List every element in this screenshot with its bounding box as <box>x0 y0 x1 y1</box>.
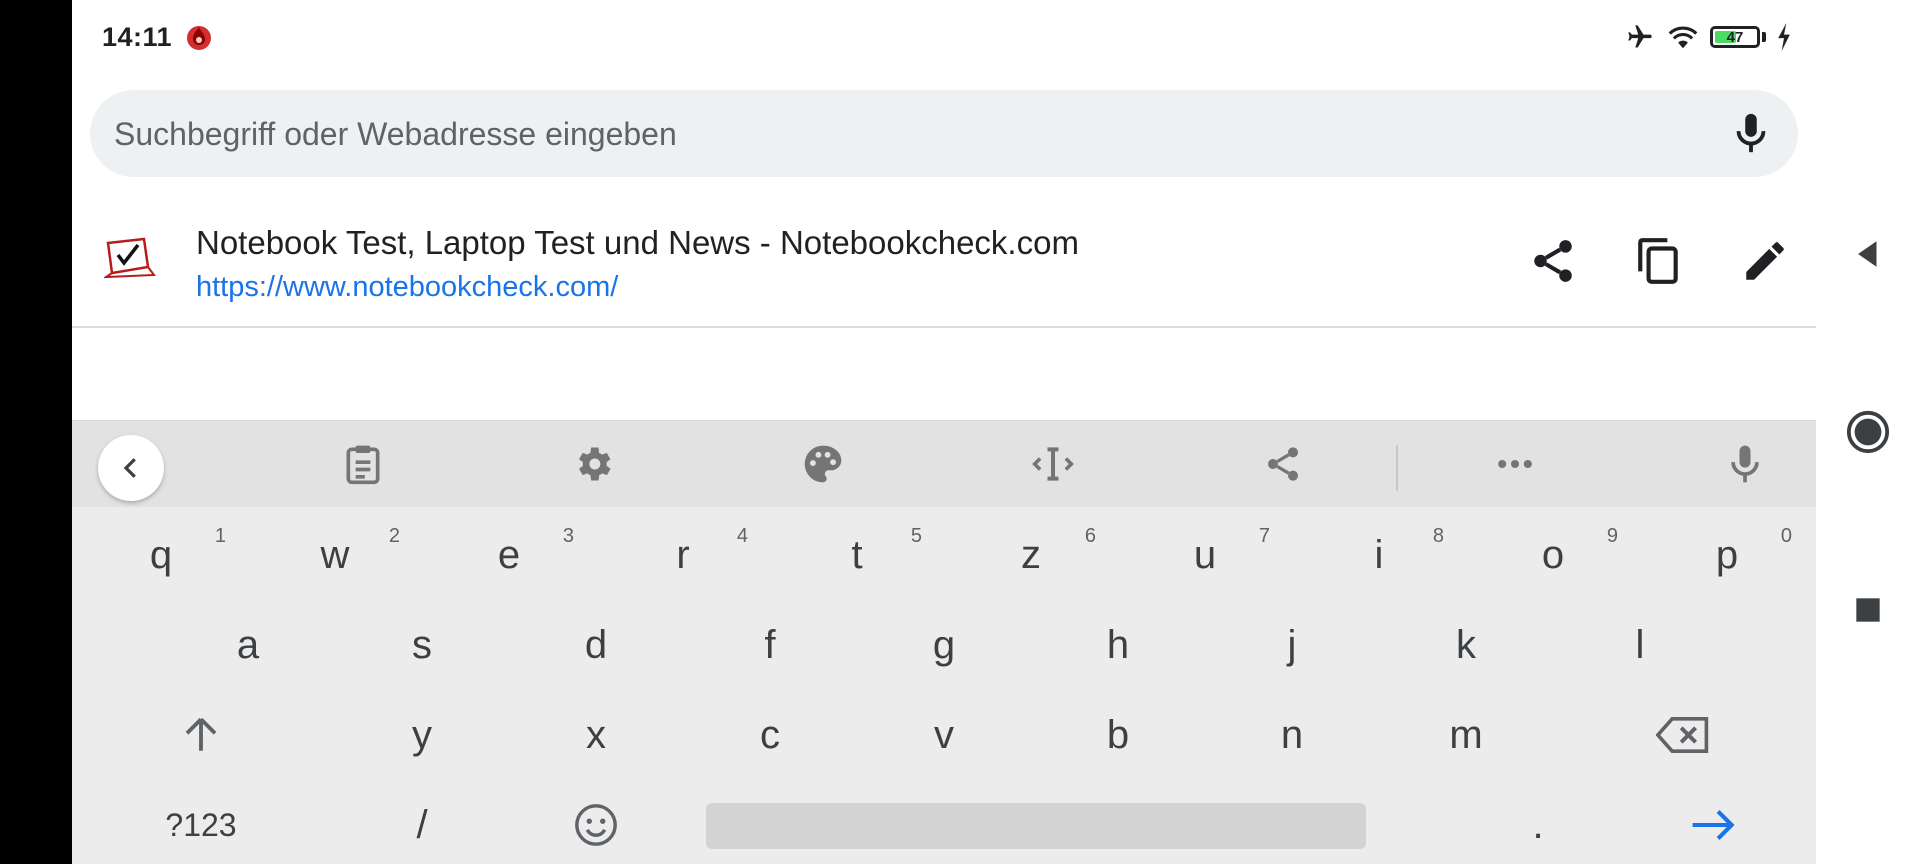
text-cursor-icon[interactable] <box>1028 439 1078 489</box>
status-bar: 14:11 47 <box>72 0 1816 72</box>
key-x[interactable]: x <box>521 695 671 775</box>
keyboard: q1 w2 e3 r4 t5 z6 u7 i8 o9 p0 a s d f g … <box>72 420 1816 864</box>
charging-bolt-icon <box>1778 23 1790 51</box>
key-s[interactable]: s <box>347 605 497 685</box>
enter-arrow-icon <box>1692 809 1735 841</box>
search-input[interactable] <box>112 90 1676 179</box>
status-icons: 47 <box>1624 20 1792 54</box>
key-q[interactable]: q1 <box>86 515 236 595</box>
key-t[interactable]: t5 <box>782 515 932 595</box>
settings-gear-icon[interactable] <box>568 439 618 489</box>
key-u[interactable]: u7 <box>1130 515 1280 595</box>
share-icon[interactable] <box>1528 236 1578 286</box>
key-g[interactable]: g <box>869 605 1019 685</box>
theme-palette-icon[interactable] <box>798 439 848 489</box>
key-r[interactable]: r4 <box>608 515 758 595</box>
key-b[interactable]: b <box>1043 695 1193 775</box>
period-key[interactable]: . <box>1463 785 1613 864</box>
suggestion-url: https://www.notebookcheck.com/ <box>196 271 619 303</box>
clipboard-icon[interactable] <box>338 439 388 489</box>
backspace-icon <box>1656 717 1709 753</box>
key-h[interactable]: h <box>1043 605 1193 685</box>
emoji-key[interactable] <box>521 785 671 864</box>
key-m[interactable]: m <box>1391 695 1541 775</box>
shift-arrow-icon <box>185 717 217 751</box>
key-v[interactable]: v <box>869 695 1019 775</box>
key-c[interactable]: c <box>695 695 845 775</box>
nav-home-circle-icon[interactable] <box>1842 406 1894 458</box>
key-k[interactable]: k <box>1391 605 1541 685</box>
key-p[interactable]: p0 <box>1652 515 1802 595</box>
notebookcheck-logo-icon <box>104 237 156 279</box>
backspace-key[interactable] <box>1608 695 1758 775</box>
microphone-icon[interactable] <box>1728 110 1774 156</box>
key-a[interactable]: a <box>173 605 323 685</box>
edit-icon[interactable] <box>1740 236 1790 286</box>
screen: 14:11 47 Suchbegriff oder Webadresse ein… <box>72 0 1816 864</box>
suggestion-item[interactable]: Notebook Test, Laptop Test und News - No… <box>72 186 1816 328</box>
toolbar-divider <box>1396 445 1398 491</box>
key-j[interactable]: j <box>1217 605 1367 685</box>
key-y[interactable]: y <box>347 695 497 775</box>
nav-back-triangle-icon[interactable] <box>1842 228 1894 280</box>
key-z[interactable]: z6 <box>956 515 1106 595</box>
battery-indicator: 47 <box>1710 26 1760 48</box>
wifi-icon <box>1668 26 1698 49</box>
search-bar[interactable] <box>90 90 1798 179</box>
space-key[interactable] <box>706 803 1366 849</box>
back-chevron-icon[interactable] <box>98 435 164 501</box>
suggestion-title: Notebook Test, Laptop Test und News - No… <box>196 224 1079 261</box>
keyboard-toolbar <box>72 421 1816 507</box>
key-w[interactable]: w2 <box>260 515 410 595</box>
more-dots-icon[interactable] <box>1490 439 1540 489</box>
enter-key[interactable] <box>1638 785 1788 864</box>
key-f[interactable]: f <box>695 605 845 685</box>
key-l[interactable]: l <box>1565 605 1715 685</box>
status-time: 14:11 <box>102 22 173 52</box>
microphone-icon[interactable] <box>1720 439 1770 489</box>
emoji-smile-icon <box>575 804 617 846</box>
key-d[interactable]: d <box>521 605 671 685</box>
key-i[interactable]: i8 <box>1304 515 1454 595</box>
nav-recents-square-icon[interactable] <box>1842 584 1894 636</box>
slash-key[interactable]: / <box>347 785 497 864</box>
shift-key[interactable] <box>126 695 276 775</box>
key-e[interactable]: e3 <box>434 515 584 595</box>
key-n[interactable]: n <box>1217 695 1367 775</box>
battery-level: 47 <box>1726 28 1744 46</box>
antutu-flame-icon <box>187 26 211 50</box>
navigation-bar <box>1816 0 1920 864</box>
airplane-icon <box>1628 25 1652 48</box>
copy-icon[interactable] <box>1634 236 1684 286</box>
symbols-key[interactable]: ?123 <box>126 785 276 864</box>
share-icon[interactable] <box>1258 439 1308 489</box>
key-o[interactable]: o9 <box>1478 515 1628 595</box>
